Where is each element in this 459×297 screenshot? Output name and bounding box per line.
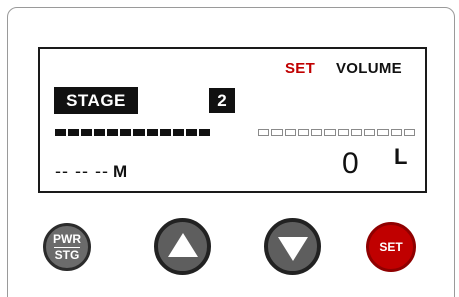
left-bar-segment bbox=[107, 129, 119, 136]
left-bar-segment bbox=[185, 129, 197, 136]
set-button[interactable]: SET bbox=[366, 222, 416, 272]
distance-readout: -- -- -- M bbox=[55, 161, 128, 182]
distance-value: -- -- -- bbox=[55, 161, 109, 181]
right-bar-segment bbox=[258, 129, 270, 136]
right-bar-segment bbox=[364, 129, 376, 136]
triangle-up-icon bbox=[167, 232, 198, 257]
left-bar-segment bbox=[55, 129, 67, 136]
left-bar-segment bbox=[198, 129, 210, 136]
right-bar-segment bbox=[297, 129, 309, 136]
stage-button-label: STG bbox=[54, 247, 80, 262]
right-bar-segment bbox=[337, 129, 349, 136]
left-bar-segment bbox=[120, 129, 132, 136]
left-bar-segment bbox=[94, 129, 106, 136]
right-bar-segment bbox=[403, 129, 415, 136]
left-progress-bar bbox=[55, 129, 210, 136]
power-stage-button[interactable]: PWR STG bbox=[43, 223, 91, 271]
right-progress-bar bbox=[258, 129, 415, 136]
stage-label: STAGE bbox=[54, 87, 138, 114]
triangle-down-icon bbox=[277, 236, 308, 261]
left-bar-segment bbox=[81, 129, 93, 136]
set-button-label: SET bbox=[379, 240, 403, 254]
set-indicator: SET bbox=[285, 60, 316, 77]
left-bar-segment bbox=[146, 129, 158, 136]
up-button[interactable] bbox=[154, 218, 211, 275]
volume-unit: L bbox=[394, 144, 408, 169]
left-bar-segment bbox=[68, 129, 80, 136]
down-button[interactable] bbox=[264, 218, 321, 275]
right-bar-segment bbox=[324, 129, 336, 136]
power-label: PWR bbox=[53, 231, 81, 246]
distance-unit: M bbox=[112, 162, 129, 181]
right-bar-segment bbox=[390, 129, 402, 136]
stage-value: 2 bbox=[209, 88, 235, 113]
right-bar-segment bbox=[271, 129, 283, 136]
right-bar-segment bbox=[284, 129, 296, 136]
volume-value: 0 bbox=[342, 147, 359, 180]
volume-label: VOLUME bbox=[336, 60, 402, 77]
right-bar-segment bbox=[350, 129, 362, 136]
right-bar-segment bbox=[311, 129, 323, 136]
right-bar-segment bbox=[377, 129, 389, 136]
left-bar-segment bbox=[172, 129, 184, 136]
left-bar-segment bbox=[159, 129, 171, 136]
left-bar-segment bbox=[133, 129, 145, 136]
